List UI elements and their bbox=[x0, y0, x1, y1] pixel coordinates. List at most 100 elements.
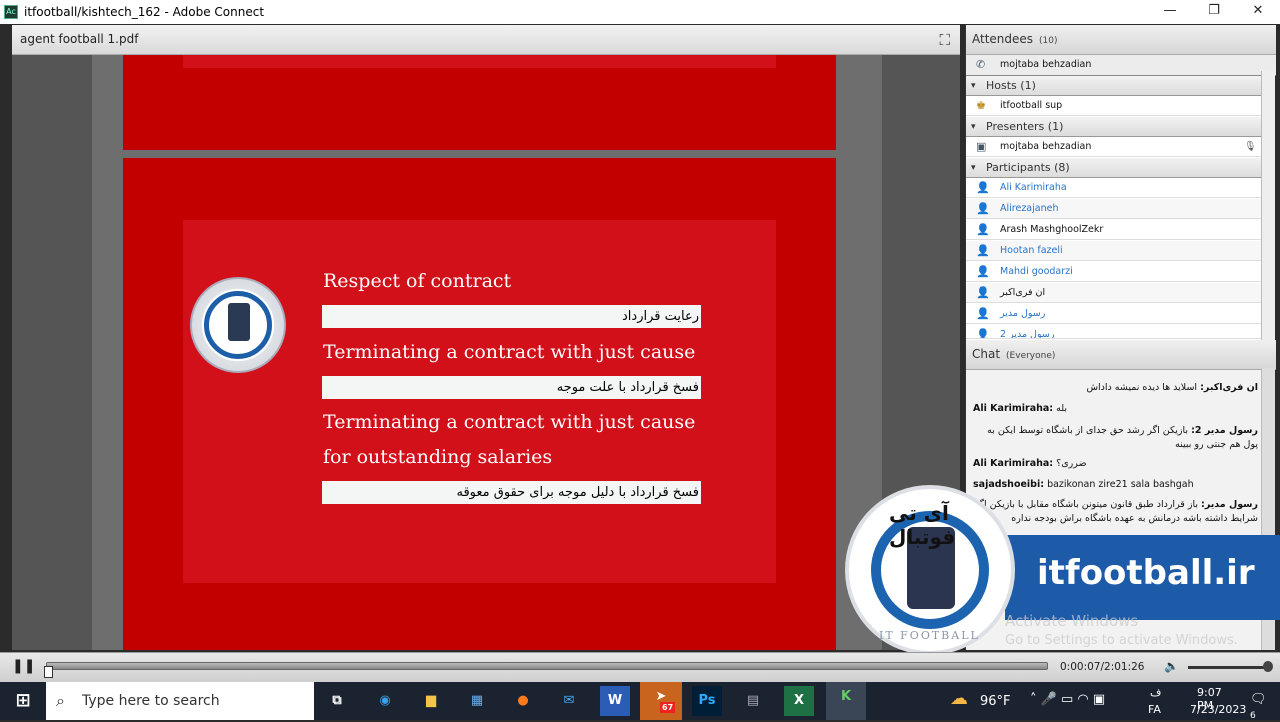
attendee-name: رسول مدیر bbox=[1000, 308, 1046, 319]
watermark-brand-fa: آی تی فوتبال bbox=[889, 501, 956, 549]
group-participants[interactable]: Participants (8) bbox=[966, 158, 1262, 178]
close-button[interactable]: ✕ bbox=[1236, 0, 1280, 24]
chat-text: bazikonan zire21 sala bashgah bbox=[1047, 479, 1194, 490]
chat-sender: رسول مدیر 2: bbox=[1191, 425, 1258, 436]
chat-message: ان فری‌اکبر: اسلاید ها دیده نمیشه داداش bbox=[973, 382, 1258, 393]
restore-button[interactable]: ❐ bbox=[1192, 0, 1236, 24]
window-title: itfootball/kishtech_162 - Adobe Connect bbox=[24, 5, 265, 19]
microphone-icon: 🎙 bbox=[1243, 141, 1256, 152]
attendee-row[interactable]: 👤 Hootan fazeli bbox=[966, 241, 1262, 261]
document-title: agent football 1.pdf bbox=[20, 32, 139, 46]
clock-date[interactable]: 7/23/2023 bbox=[1190, 703, 1246, 716]
firefox-icon[interactable]: ● bbox=[508, 686, 538, 716]
user-icon: 👤 bbox=[976, 244, 990, 257]
watermark-site: itfootball.ir bbox=[1037, 553, 1255, 593]
chat-sender: Ali Karimiraha: bbox=[973, 403, 1054, 414]
user-icon: 👤 bbox=[976, 307, 990, 320]
adobe-connect-icon: Ac bbox=[4, 5, 18, 19]
mail-icon[interactable]: ✉ bbox=[554, 686, 584, 716]
slide-previous bbox=[123, 55, 836, 150]
attendees-title: Attendees bbox=[972, 32, 1034, 46]
attendee-row[interactable]: 👤 Ali Karimiraha bbox=[966, 178, 1262, 198]
lang-indicator-top: ف bbox=[1150, 686, 1162, 699]
watermark-logo: آی تی فوتبال IT FOOTBALL bbox=[845, 485, 1015, 655]
user-icon: 👤 bbox=[976, 202, 990, 215]
chat-scope: (Everyone) bbox=[1006, 351, 1056, 361]
attendee-row[interactable]: 👤 رسول مدیر 2 bbox=[966, 325, 1262, 339]
photoshop-icon[interactable]: Ps bbox=[692, 686, 722, 716]
word-icon[interactable]: W bbox=[600, 686, 630, 716]
host-icon: ♚ bbox=[976, 99, 986, 112]
weather-icon: ☁ bbox=[950, 688, 968, 709]
volume-slider[interactable] bbox=[1188, 666, 1268, 669]
volume-handle[interactable] bbox=[1263, 661, 1273, 672]
attendees-scrollbar[interactable] bbox=[1261, 71, 1275, 340]
share-pod-header: agent football 1.pdf ⛶ bbox=[12, 25, 960, 55]
store-icon[interactable]: ▦ bbox=[462, 686, 492, 716]
telegram-icon[interactable]: ➤ 67 bbox=[640, 682, 682, 720]
attendee-name: Alirezajaneh bbox=[1000, 203, 1059, 214]
presenter-icon: ▣ bbox=[976, 140, 987, 153]
chat-title: Chat bbox=[972, 347, 1001, 361]
chat-sender: sajadshoeibi: bbox=[973, 479, 1045, 490]
attendees-pod: Attendees (10) ✆ mojtaba behzadian Hosts (… bbox=[965, 25, 1276, 340]
slide-heading-3b: for outstanding salaries bbox=[323, 446, 553, 468]
chat-sender: Ali Karimiraha: bbox=[973, 458, 1054, 469]
language-indicator[interactable]: FA bbox=[1148, 703, 1161, 716]
weather-temp: 96°F bbox=[980, 694, 1011, 709]
mobile-user-icon: 👤 bbox=[976, 223, 990, 236]
chat-message: sajadshoeibi: bazikonan zire21 sala bash… bbox=[973, 479, 1258, 490]
search-icon: ⌕ bbox=[56, 691, 65, 710]
notifications-icon[interactable]: 🗨6 bbox=[1250, 692, 1267, 722]
chat-message: رسول مدیر: باز قرارداد طبق قانون میتونن … bbox=[973, 498, 1258, 526]
attendee-name: itfootball sup bbox=[1000, 100, 1063, 111]
group-hosts[interactable]: Hosts (1) bbox=[966, 76, 1262, 96]
user-icon: 👤 bbox=[976, 181, 990, 194]
fullscreen-icon[interactable]: ⛶ bbox=[939, 31, 950, 49]
adobe-connect-taskbar-icon[interactable]: K bbox=[826, 682, 866, 720]
attendees-count: (10) bbox=[1039, 36, 1058, 46]
chat-message: Ali Karimiraha: ضرری؟ bbox=[973, 458, 1258, 469]
attendee-row[interactable]: 👤 Mahdi goodarzi bbox=[966, 262, 1262, 282]
excel-icon[interactable]: X bbox=[784, 686, 814, 716]
minimize-button[interactable]: — bbox=[1148, 0, 1192, 24]
file-explorer-icon[interactable]: ▆ bbox=[416, 686, 446, 716]
my-status-row[interactable]: ✆ mojtaba behzadian bbox=[966, 55, 1276, 76]
chat-message: رسول مدیر 2: بازیکن اگر رشد حق جدای از ب… bbox=[973, 424, 1258, 452]
slide-heading-1: Respect of contract bbox=[323, 270, 512, 292]
watermark-brand-en: IT FOOTBALL bbox=[879, 629, 980, 642]
user-icon: 👤 bbox=[976, 286, 990, 299]
phone-icon: ✆ bbox=[976, 58, 986, 71]
pause-button[interactable]: ❚❚ bbox=[12, 658, 35, 674]
attendee-row[interactable]: ▣ mojtaba behzadian 🎙 bbox=[966, 137, 1262, 157]
attendee-name: Ali Karimiraha bbox=[1000, 182, 1067, 193]
attendee-name: رسول مدیر 2 bbox=[1000, 329, 1055, 339]
group-presenters[interactable]: Presenters (1) bbox=[966, 117, 1262, 137]
search-placeholder: Type here to search bbox=[82, 693, 220, 709]
activate-windows-hint: Go to Settings to activate Windows. bbox=[1005, 633, 1238, 648]
attendee-row[interactable]: 👤 رسول مدیر bbox=[966, 304, 1262, 324]
chat-header: Chat (Everyone) bbox=[966, 340, 1276, 370]
seek-handle[interactable] bbox=[44, 666, 53, 678]
attendee-row[interactable]: 👤 Arash MashghoolZekr bbox=[966, 220, 1262, 240]
taskbar-search[interactable]: ⌕ Type here to search bbox=[46, 682, 314, 720]
slide-translation-2: فسخ قرارداد با علت موجه bbox=[322, 376, 701, 399]
watermark-banner: itfootball.ir bbox=[1005, 535, 1280, 620]
task-view-icon[interactable]: ⧉ bbox=[322, 686, 352, 716]
attendee-row[interactable]: 👤 Alirezajaneh bbox=[966, 199, 1262, 219]
chat-sender: رسول مدیر: bbox=[1201, 499, 1258, 510]
calculator-icon[interactable]: ▤ bbox=[738, 686, 768, 716]
edge-icon[interactable]: ◉ bbox=[370, 686, 400, 716]
slide-translation-1: رعایت قرارداد bbox=[322, 305, 701, 328]
windows-start-icon[interactable]: ⊞ bbox=[8, 686, 38, 716]
seek-bar[interactable] bbox=[46, 662, 1048, 670]
attendee-row[interactable]: ♚ itfootball sup bbox=[966, 96, 1262, 116]
tray-icons[interactable]: ˄ 🎤 ▭ ◠ ▣ bbox=[1030, 692, 1105, 707]
volume-icon[interactable]: 🔈 bbox=[1164, 659, 1179, 673]
itfootball-logo bbox=[190, 277, 286, 373]
user-icon: 👤 bbox=[976, 328, 990, 339]
attendee-name: Mahdi goodarzi bbox=[1000, 266, 1073, 277]
playback-time: 0:00:07/2:01:26 bbox=[1060, 661, 1145, 673]
attendee-row[interactable]: 👤 ان فری‌اکبر bbox=[966, 283, 1262, 303]
user-icon: 👤 bbox=[976, 265, 990, 278]
